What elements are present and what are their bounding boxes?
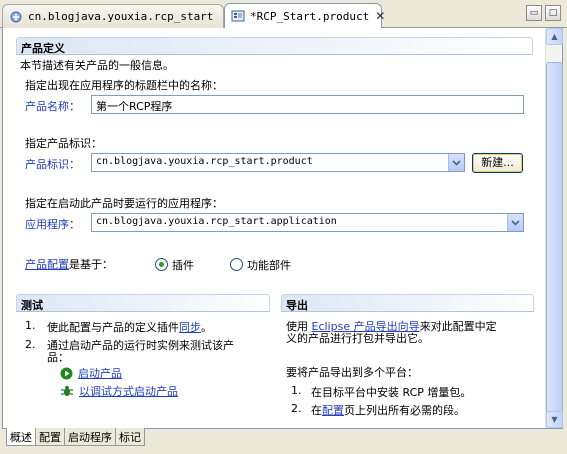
editor-tab-strip: cn.blogjava.youxia.rcp_start *RCP_Start.… [0,0,567,29]
export-step2-suffix: 页上列出所有必需的段。 [344,404,465,417]
product-name-label: 产品名称： [25,100,80,113]
section-export-header[interactable]: 导出 [281,294,534,312]
export-multi-platform-title: 要将产品导出到多个平台： [286,366,418,379]
tab-product-file[interactable]: *RCP_Start.product ✕ [224,3,385,29]
run-icon [60,367,73,380]
testing-step2-line1: 通过启动产品的运行时实例来测试该产 [47,339,234,352]
vertical-scrollbar[interactable]: ▲ ▼ [545,28,563,428]
export-step1-number: 1. [291,384,302,397]
tab-launcher[interactable]: 启动程序 [64,428,116,446]
section-description: 本节描述有关产品的一般信息。 [20,59,174,72]
testing-step1-suffix: 。 [201,321,212,334]
product-id-value: cn.blogjava.youxia.rcp_start.product [96,156,313,167]
application-label: 应用程序： [25,218,80,231]
minimize-button[interactable]: ▭ [526,5,542,21]
tab-label: cn.blogjava.youxia.rcp_start [28,10,214,23]
testing-step1: 使此配置与产品的定义插件同步。 [47,319,212,335]
chevron-down-icon[interactable] [507,214,523,231]
scroll-up-icon[interactable]: ▲ [546,28,563,45]
configuration-link[interactable]: 配置 [322,404,344,417]
export-step1: 在目标平台中安装 RCP 增量包。 [311,386,472,399]
tab-overview[interactable]: 概述 [6,428,36,446]
product-editor: 产品定义 本节描述有关产品的一般信息。 指定出现在应用程序的标题栏中的名称： 产… [2,28,563,429]
product-id-combo[interactable]: cn.blogjava.youxia.rcp_start.product [91,153,465,172]
product-config-link[interactable]: 产品配置 [25,258,69,271]
product-id-label: 产品标识： [25,158,80,171]
debug-icon [60,385,74,398]
radio-features[interactable] [230,258,243,271]
product-name-prompt: 指定出现在应用程序的标题栏中的名称： [25,79,223,92]
tab-configuration[interactable]: 配置 [35,428,65,446]
testing-step2-number: 2. [25,338,36,351]
radio-plugins[interactable] [155,258,168,271]
radio-features-label: 功能部件 [247,259,291,272]
section-product-definition-header[interactable]: 产品定义 [16,37,533,55]
export-step2-number: 2. [291,402,302,415]
product-id-prompt: 指定产品标识： [25,137,102,150]
product-icon [231,9,245,23]
debug-product-link[interactable]: 以调试方式启动产品 [79,383,178,399]
chevron-down-icon[interactable] [448,154,464,171]
tab-label: *RCP_Start.product [250,9,370,23]
section-testing-header[interactable]: 测试 [16,294,270,312]
radio-plugins-label: 插件 [172,259,194,272]
testing-step2-line2: 品： [47,351,69,364]
application-prompt: 指定在启动此产品时要运行的应用程序： [25,197,223,210]
export-line2: 义的产品进行打包并导出它。 [286,332,429,345]
launch-product-row[interactable]: 启动产品 [60,365,122,381]
scroll-thumb[interactable] [546,62,563,418]
editor-page-tabs: 概述 配置 启动程序 标记 [6,428,145,446]
export-step2-prefix: 在 [311,404,322,417]
export-line1-suffix: 来对此配置中定 [419,320,497,333]
product-config-suffix: 是基于： [69,258,113,271]
new-product-button[interactable]: 新建... [472,153,523,173]
product-name-input[interactable]: 第一个RCP程序 [91,95,524,114]
tab-plugin-manifest[interactable]: cn.blogjava.youxia.rcp_start [2,4,224,28]
plugin-icon [9,10,23,24]
product-config-basis: 产品配置是基于： [25,256,113,272]
testing-step1-number: 1. [25,319,36,332]
debug-product-row[interactable]: 以调试方式启动产品 [60,383,178,399]
application-combo[interactable]: cn.blogjava.youxia.rcp_start.application [91,213,524,232]
close-icon[interactable]: ✕ [375,9,385,23]
scroll-down-icon[interactable]: ▼ [546,411,563,428]
launch-product-link[interactable]: 启动产品 [78,365,122,381]
synchronize-link[interactable]: 同步 [179,321,201,334]
tab-branding[interactable]: 标记 [115,428,145,446]
export-step2: 在配置页上列出所有必需的段。 [311,402,465,418]
testing-step1-prefix: 使此配置与产品的定义插件 [47,321,179,334]
application-value: cn.blogjava.youxia.rcp_start.application [96,216,337,227]
maximize-button[interactable]: □ [545,5,561,21]
